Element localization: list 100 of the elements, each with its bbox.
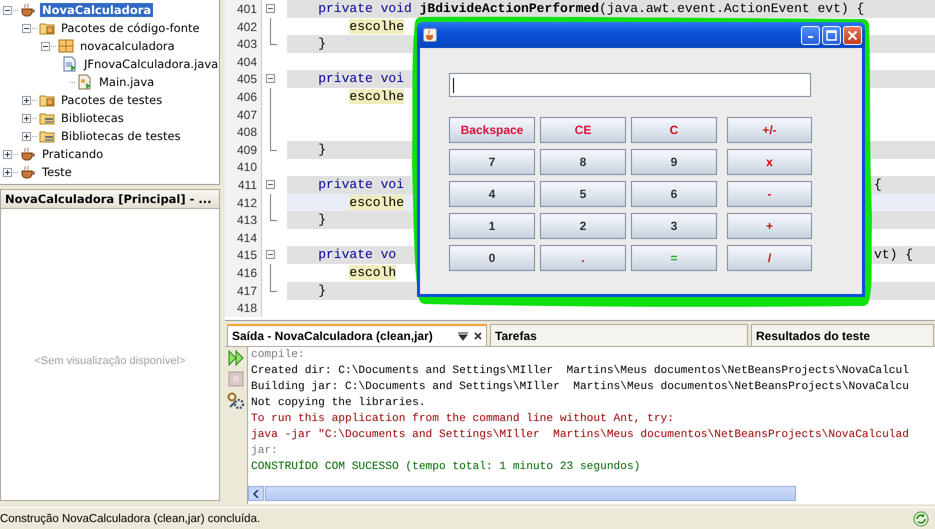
- dropdown-icon[interactable]: [458, 332, 468, 340]
- line-number: 418: [225, 299, 262, 318]
- output-tab[interactable]: Saída - NovaCalculadora (clean,jar): [227, 324, 487, 346]
- calculator-key[interactable]: 9: [631, 149, 717, 175]
- code-text: jBdivideActionPerformed: [420, 1, 600, 16]
- line-number: 414: [225, 228, 262, 247]
- code-text: escolh: [349, 264, 396, 280]
- console-line: Building jar: C:\Documents and Settings\MIller Martins\Meus documentos\NetBeansProjects\NovaCalcu: [251, 380, 910, 395]
- collapse-toggle[interactable]: [22, 24, 31, 32]
- package-folder-icon: [39, 93, 55, 107]
- library-folder-icon: [39, 111, 55, 125]
- coffee-cup-icon: [20, 165, 36, 179]
- close-icon: [847, 30, 858, 40]
- scroll-left-icon[interactable]: [253, 490, 259, 498]
- line-number: 417: [225, 282, 262, 300]
- code-text: }: [318, 282, 326, 298]
- line-number: 416: [225, 264, 262, 282]
- console-line: CONSTRUÍDO COM SUCESSO (tempo total: 1 minuto 23 segundos): [251, 459, 642, 475]
- tree-item[interactable]: NovaCalculadora: [40, 3, 154, 17]
- calculator-key[interactable]: Backspace: [449, 117, 535, 143]
- calculator-key[interactable]: 4: [449, 181, 535, 207]
- code-text: (java.awt.event.ActionEvent evt) {: [599, 1, 864, 16]
- calculator-key[interactable]: 1: [449, 213, 535, 239]
- expand-toggle[interactable]: [22, 132, 31, 140]
- line-number: 406: [225, 88, 262, 106]
- calculator-key[interactable]: C: [631, 117, 717, 143]
- tree-item[interactable]: Pacotes de código-fonte: [59, 21, 202, 35]
- console-line: java -jar "C:\Documents and Settings\MIller Martins\Meus documentos\NetBeansProjects\NovaCalculad: [251, 428, 910, 443]
- tree-item[interactable]: JFnovaCalculadora.java: [82, 57, 219, 71]
- console-line: To run this application from the command line without Ant, try:: [251, 412, 675, 427]
- close-icon[interactable]: [474, 332, 482, 340]
- calculator-key[interactable]: 2: [540, 213, 626, 239]
- tree-item[interactable]: Bibliotecas: [59, 111, 126, 125]
- calculator-key[interactable]: 8: [540, 149, 626, 175]
- expand-toggle[interactable]: [3, 168, 12, 176]
- expand-toggle[interactable]: [3, 150, 12, 158]
- tree-item[interactable]: Praticando: [40, 147, 106, 161]
- line-number: 407: [225, 106, 262, 124]
- calculator-key[interactable]: 0: [449, 245, 535, 271]
- calculator-key[interactable]: -: [727, 181, 812, 207]
- code-text: vt) {: [874, 246, 914, 264]
- tree-item[interactable]: novacalculadora: [78, 39, 177, 53]
- fold-toggle[interactable]: [266, 74, 275, 84]
- calculator-key[interactable]: x: [727, 149, 812, 175]
- close-button[interactable]: [843, 26, 862, 44]
- calculator-key[interactable]: /: [727, 245, 812, 271]
- code-text: }: [318, 212, 326, 228]
- line-number: 408: [225, 123, 262, 142]
- tree-item[interactable]: Main.java: [97, 75, 156, 89]
- line-number: 402: [225, 18, 262, 36]
- tree-item[interactable]: Pacotes de testes: [59, 93, 164, 107]
- tree-item[interactable]: Bibliotecas de testes: [59, 129, 183, 143]
- code-text: escolhe: [349, 18, 404, 34]
- line-number: 405: [225, 70, 262, 88]
- maximize-button[interactable]: [822, 26, 841, 44]
- collapse-toggle[interactable]: [3, 6, 12, 14]
- code-text: }: [318, 142, 326, 157]
- fold-toggle[interactable]: [266, 180, 275, 189]
- collapse-toggle[interactable]: [41, 42, 50, 50]
- calculator-key[interactable]: +/-: [727, 117, 812, 143]
- settings-icon[interactable]: [227, 392, 245, 410]
- calculator-key[interactable]: 6: [631, 181, 717, 207]
- line-number: 415: [225, 246, 262, 264]
- calculator-key[interactable]: +: [727, 213, 812, 239]
- calculator-key[interactable]: 5: [540, 181, 626, 207]
- console-line: compile:: [251, 348, 306, 363]
- expand-toggle[interactable]: [22, 96, 31, 104]
- java-file-icon: [77, 74, 93, 90]
- calculator-key[interactable]: 3: [631, 213, 717, 239]
- code-text: escolhe: [349, 88, 404, 104]
- package-folder-icon: [39, 21, 55, 35]
- minimize-button[interactable]: [801, 26, 820, 44]
- maximize-icon: [826, 30, 837, 40]
- horizontal-scrollbar[interactable]: [248, 486, 796, 501]
- rerun-icon[interactable]: [228, 350, 244, 366]
- code-text: private voi: [318, 71, 404, 86]
- display-field[interactable]: [449, 73, 811, 97]
- expand-toggle[interactable]: [22, 114, 31, 122]
- output-tab[interactable]: Resultados do teste: [751, 324, 934, 346]
- line-number: 403: [225, 35, 262, 54]
- line-number: 409: [225, 140, 262, 159]
- output-tab[interactable]: Tarefas: [490, 324, 748, 346]
- coffee-cup-icon: [20, 3, 36, 17]
- package-icon: [58, 39, 74, 53]
- fold-toggle[interactable]: [266, 4, 275, 13]
- tree-item[interactable]: Teste: [40, 165, 74, 179]
- code-text: }: [318, 36, 326, 52]
- fold-toggle[interactable]: [266, 250, 275, 260]
- calculator-key[interactable]: 7: [449, 149, 535, 175]
- console-line: jar:: [251, 444, 279, 459]
- calculator-key[interactable]: CE: [540, 117, 626, 143]
- coffee-cup-icon: [423, 28, 437, 42]
- code-text: {: [874, 176, 883, 194]
- empty-message: <Sem visualização disponível>: [34, 355, 186, 369]
- code-text: private voi: [318, 176, 404, 192]
- coffee-cup-icon: [20, 147, 36, 161]
- console-line: Created dir: C:\Documents and Settings\MIller Martins\Meus documentos\NetBeansProjects\NovaCalcul: [251, 364, 910, 379]
- calculator-key[interactable]: .: [540, 245, 626, 271]
- code-text: private vo: [318, 247, 396, 262]
- library-folder-icon: [39, 129, 55, 143]
